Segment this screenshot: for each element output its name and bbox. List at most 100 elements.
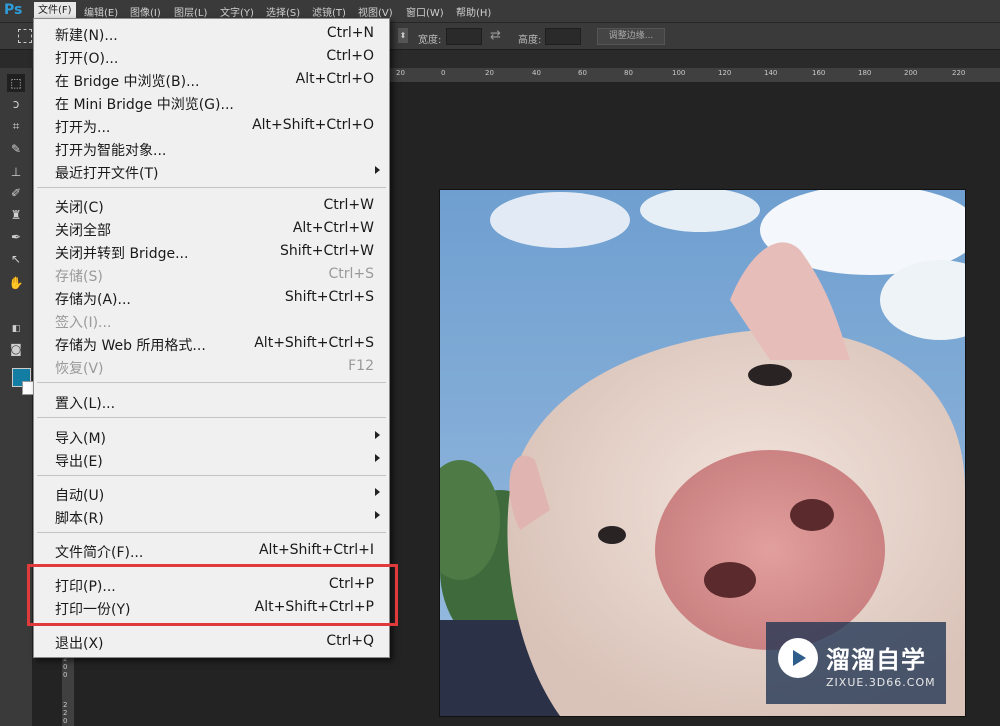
- submenu-arrow-icon: [375, 488, 380, 496]
- menu-image[interactable]: 图像(I): [130, 4, 161, 19]
- ruler-tick: 2: [63, 701, 68, 709]
- submenu-arrow-icon: [375, 431, 380, 439]
- menu-item-shortcut: Ctrl+W: [323, 197, 374, 213]
- menu-item-label: 关闭(C): [55, 200, 104, 216]
- menu-item-shortcut: Alt+Shift+Ctrl+S: [254, 335, 374, 351]
- default-colors-icon[interactable]: ◧: [7, 320, 25, 338]
- menu-separator: [37, 532, 386, 533]
- menu-item-label: 新建(N)...: [55, 28, 118, 44]
- menu-item-import[interactable]: 导入(M): [34, 426, 389, 448]
- menu-item-label: 导出(E): [55, 454, 103, 470]
- hand-tool-icon[interactable]: ✋: [7, 274, 25, 292]
- menu-item-shortcut: Alt+Shift+Ctrl+O: [252, 117, 374, 133]
- quick-mask-icon[interactable]: ◙: [7, 340, 25, 358]
- menu-view[interactable]: 视图(V): [358, 4, 393, 19]
- menu-separator: [37, 187, 386, 188]
- menu-item-label: 打开(O)...: [55, 51, 119, 67]
- watermark-name: 溜溜自学: [826, 646, 926, 674]
- marquee-preset-icon[interactable]: [18, 29, 32, 43]
- photoshop-logo: Ps: [4, 2, 23, 18]
- menu-item-save-as[interactable]: 存储为(A)... Shift+Ctrl+S: [34, 287, 389, 309]
- menu-separator: [37, 475, 386, 476]
- menu-item-label: 存储为 Web 所用格式...: [55, 338, 206, 354]
- ruler-tick: 0: [63, 671, 68, 679]
- ruler-tick: 140: [764, 69, 778, 77]
- ruler-tick: 0: [63, 663, 68, 671]
- menu-item-place[interactable]: 置入(L)...: [34, 391, 389, 413]
- menu-filter[interactable]: 滤镜(T): [312, 4, 346, 19]
- menu-item-label: 导入(M): [55, 431, 107, 447]
- menu-item-label: 打开为...: [55, 120, 111, 136]
- menu-item-close[interactable]: 关闭(C) Ctrl+W: [34, 195, 389, 217]
- menu-item-shortcut: Ctrl+S: [328, 266, 374, 282]
- menu-item-label: 签入(I)...: [55, 315, 112, 331]
- submenu-arrow-icon: [375, 454, 380, 462]
- menu-item-shortcut: Alt+Shift+Ctrl+I: [258, 542, 374, 558]
- menu-item-save-for-web[interactable]: 存储为 Web 所用格式... Alt+Shift+Ctrl+S: [34, 333, 389, 355]
- menu-item-label: 存储为(A)...: [55, 292, 131, 308]
- width-field[interactable]: [446, 28, 482, 45]
- eyedropper-tool-icon[interactable]: ✎: [7, 140, 25, 158]
- crop-tool-icon[interactable]: ⌗: [7, 117, 25, 135]
- ruler-tick: 200: [904, 69, 918, 77]
- ruler-tick: 20: [396, 69, 405, 77]
- menu-item-label: 关闭并转到 Bridge...: [55, 246, 189, 262]
- menu-item-close-goto-bridge[interactable]: 关闭并转到 Bridge... Shift+Ctrl+W: [34, 241, 389, 263]
- healing-brush-icon[interactable]: ⊥: [7, 163, 25, 181]
- menu-item-save: 存储(S) Ctrl+S: [34, 264, 389, 286]
- vertical-ruler: 2 0 0 2 2 0: [62, 650, 74, 726]
- menu-item-check-in: 签入(I)...: [34, 310, 389, 332]
- refine-edge-button[interactable]: 调整边缘...: [597, 28, 665, 45]
- menu-item-browse-mini-bridge[interactable]: 在 Mini Bridge 中浏览(G)...: [34, 92, 389, 114]
- menu-window[interactable]: 窗口(W): [406, 4, 444, 19]
- menu-item-exit[interactable]: 退出(X) Ctrl+Q: [34, 631, 389, 653]
- ruler-tick: 220: [952, 69, 966, 77]
- lasso-tool-icon[interactable]: ↄ: [7, 95, 25, 113]
- menu-item-file-info[interactable]: 文件简介(F)... Alt+Shift+Ctrl+I: [34, 540, 389, 562]
- menu-item-automate[interactable]: 自动(U): [34, 483, 389, 505]
- ruler-tick: 0: [63, 717, 68, 725]
- ruler-tick: 100: [672, 69, 686, 77]
- menu-file[interactable]: 文件(F): [34, 2, 76, 19]
- menu-select[interactable]: 选择(S): [266, 4, 300, 19]
- menu-item-label: 在 Mini Bridge 中浏览(G)...: [55, 97, 234, 113]
- path-select-icon[interactable]: ↖: [7, 250, 25, 268]
- menu-item-label: 恢复(V): [55, 361, 104, 377]
- ruler-tick: 0: [441, 69, 446, 77]
- menu-item-label: 脚本(R): [55, 511, 104, 527]
- menu-layer[interactable]: 图层(L): [174, 4, 207, 19]
- menu-item-new[interactable]: 新建(N)... Ctrl+N: [34, 23, 389, 45]
- marquee-tool-icon[interactable]: ⬚: [7, 74, 25, 92]
- pen-tool-icon[interactable]: ✒: [7, 228, 25, 246]
- menu-item-open-as[interactable]: 打开为... Alt+Shift+Ctrl+O: [34, 115, 389, 137]
- style-dropdown[interactable]: ⬍: [398, 28, 408, 43]
- play-icon: [793, 650, 806, 666]
- menu-help[interactable]: 帮助(H): [456, 4, 491, 19]
- menu-item-revert: 恢复(V) F12: [34, 356, 389, 378]
- menu-item-export[interactable]: 导出(E): [34, 449, 389, 471]
- annotation-highlight-box: [27, 564, 398, 626]
- height-field[interactable]: [545, 28, 581, 45]
- menu-item-browse-bridge[interactable]: 在 Bridge 中浏览(B)... Alt+Ctrl+O: [34, 69, 389, 91]
- menu-item-shortcut: Alt+Ctrl+O: [295, 71, 374, 87]
- menu-item-close-all[interactable]: 关闭全部 Alt+Ctrl+W: [34, 218, 389, 240]
- menu-type[interactable]: 文字(Y): [220, 4, 254, 19]
- menu-item-shortcut: Shift+Ctrl+S: [284, 289, 374, 305]
- menu-edit[interactable]: 编辑(E): [84, 4, 118, 19]
- swap-icon[interactable]: ⇄: [490, 28, 501, 43]
- ruler-tick: 40: [532, 69, 541, 77]
- menu-item-recent-files[interactable]: 最近打开文件(T): [34, 161, 389, 183]
- menu-item-shortcut: Ctrl+O: [326, 48, 374, 64]
- clone-stamp-icon[interactable]: ♜: [7, 206, 25, 224]
- menu-item-label: 退出(X): [55, 636, 104, 652]
- menu-item-label: 在 Bridge 中浏览(B)...: [55, 74, 200, 90]
- submenu-arrow-icon: [375, 166, 380, 174]
- menu-item-open[interactable]: 打开(O)... Ctrl+O: [34, 46, 389, 68]
- width-label: 宽度:: [418, 35, 442, 46]
- menu-item-scripts[interactable]: 脚本(R): [34, 506, 389, 528]
- menu-item-shortcut: Ctrl+N: [326, 25, 374, 41]
- submenu-arrow-icon: [375, 511, 380, 519]
- menu-item-open-smart-object[interactable]: 打开为智能对象...: [34, 138, 389, 160]
- ruler-tick: 120: [718, 69, 732, 77]
- brush-tool-icon[interactable]: ✐: [7, 184, 25, 202]
